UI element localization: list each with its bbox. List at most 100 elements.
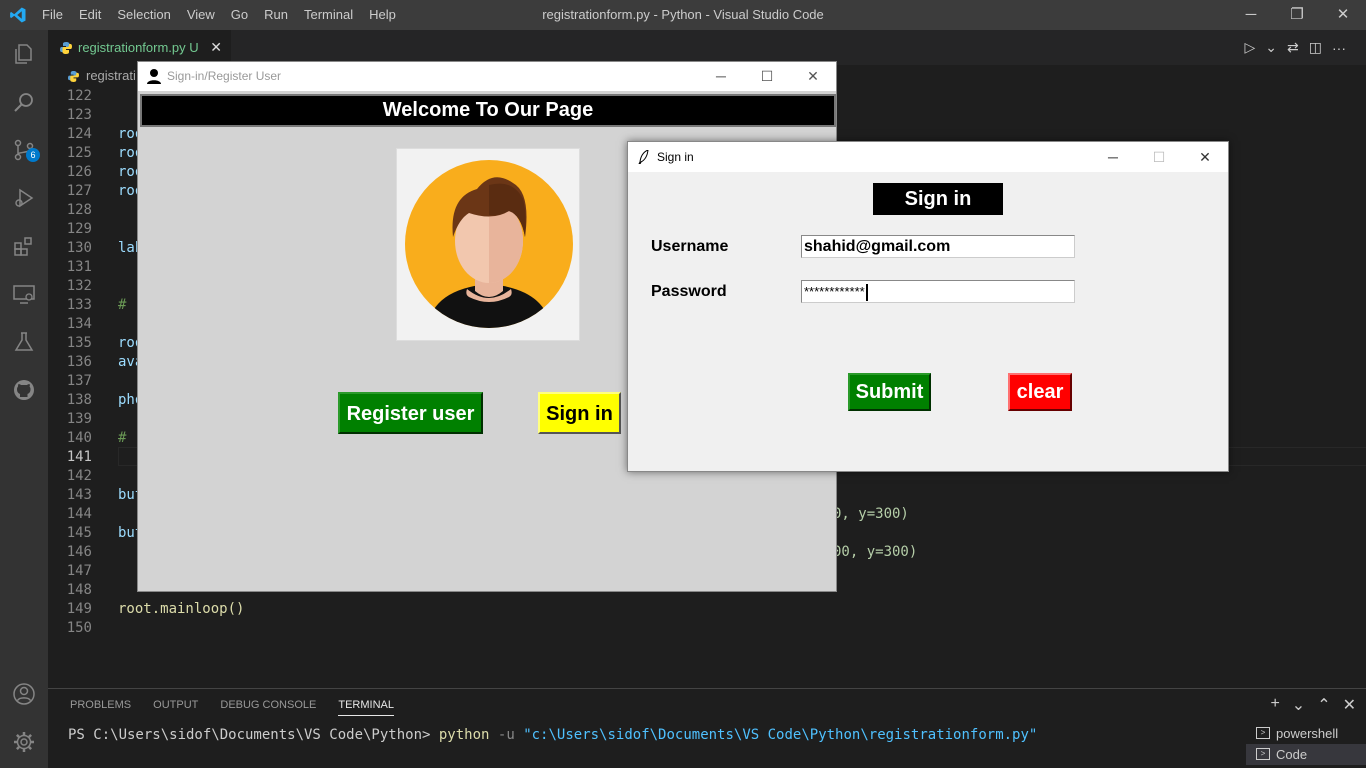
avatar-illustration — [405, 160, 573, 328]
minimize-button[interactable]: ─ — [1228, 0, 1274, 30]
menu-file[interactable]: File — [34, 0, 71, 30]
code-fragment-line146: 00, y=300) — [833, 543, 917, 562]
testing-icon[interactable] — [0, 318, 48, 366]
signin-maximize-button: ☐ — [1152, 149, 1166, 165]
python-file-icon — [60, 42, 72, 54]
line-number: 150 — [66, 620, 92, 636]
register-maximize-button[interactable]: ☐ — [744, 62, 790, 91]
avatar-image — [396, 148, 580, 341]
run-debug-icon[interactable] — [0, 174, 48, 222]
terminal-item-label: Code — [1276, 747, 1308, 762]
line-number: 127 — [66, 183, 92, 199]
source-control-icon[interactable]: 6 — [0, 126, 48, 174]
signin-close-button[interactable]: ✕ — [1182, 142, 1228, 172]
code-fragment-line144: 0, y=300) — [833, 505, 909, 524]
line-number: 134 — [66, 316, 92, 332]
tk-feather-icon — [638, 150, 649, 164]
terminal-command: python — [438, 727, 490, 743]
tab-label: registrationform.py — [78, 40, 186, 55]
line-number: 145 — [66, 525, 92, 541]
line-number: 129 — [66, 221, 92, 237]
username-label: Username — [651, 238, 729, 255]
welcome-heading: Welcome To Our Page — [140, 94, 836, 127]
text-cursor — [865, 284, 868, 302]
terminal-item-label: powershell — [1276, 726, 1339, 741]
password-field[interactable]: ************ — [801, 280, 1075, 303]
vscode-logo-icon — [10, 7, 26, 23]
menu-selection[interactable]: Selection — [109, 0, 178, 30]
signin-window-controls: ─ ☐ ✕ — [1090, 142, 1228, 172]
account-icon[interactable] — [0, 670, 48, 718]
run-python-icon[interactable]: ▷ — [1245, 39, 1256, 56]
terminal-output[interactable]: PS C:\Users\sidof\Documents\VS Code\Pyth… — [68, 727, 1037, 743]
close-button[interactable]: ✕ — [1320, 0, 1366, 30]
maximize-panel-icon[interactable]: ⌃ — [1317, 695, 1330, 715]
line-number: 125 — [66, 145, 92, 161]
line-number: 130 — [66, 240, 92, 256]
line-number: 143 — [66, 487, 92, 503]
signin-window: Sign in ─ ☐ ✕ Sign in Username shahid@gm… — [627, 141, 1229, 472]
tab-registrationform[interactable]: registrationform.py U ✕ — [48, 30, 231, 65]
signin-button[interactable]: Sign in — [538, 392, 621, 434]
extensions-icon[interactable] — [0, 222, 48, 270]
line-number: 138 — [66, 392, 92, 408]
line-number: 128 — [66, 202, 92, 218]
terminal-dropdown-icon[interactable]: ⌄ — [1292, 695, 1305, 715]
open-changes-icon[interactable]: ⇄ — [1287, 39, 1299, 56]
username-field[interactable]: shahid@gmail.com — [801, 235, 1075, 258]
tab-problems[interactable]: PROBLEMS — [70, 699, 131, 716]
tab-debug-console[interactable]: DEBUG CONSOLE — [220, 699, 316, 716]
line-number: 124 — [66, 126, 92, 142]
tab-output[interactable]: OUTPUT — [153, 699, 198, 716]
settings-gear-icon[interactable] — [0, 718, 48, 766]
username-value: shahid@gmail.com — [804, 238, 951, 255]
terminal-item-powershell[interactable]: > powershell — [1246, 723, 1366, 744]
line-number: 126 — [66, 164, 92, 180]
menu-edit[interactable]: Edit — [71, 0, 109, 30]
register-close-button[interactable]: ✕ — [790, 62, 836, 91]
signin-window-titlebar: Sign in ─ ☐ ✕ — [628, 142, 1228, 172]
code-line: root.mainloop() — [118, 601, 245, 617]
line-number: 123 — [66, 107, 92, 123]
menu-help[interactable]: Help — [361, 0, 404, 30]
register-minimize-button[interactable]: ─ — [698, 62, 744, 91]
terminal-icon: > — [1256, 727, 1270, 739]
terminal-arg: "c:\Users\sidof\Documents\VS Code\Python… — [523, 727, 1038, 743]
more-actions-icon[interactable]: ··· — [1332, 40, 1346, 56]
menu-go[interactable]: Go — [223, 0, 256, 30]
signin-minimize-button[interactable]: ─ — [1090, 142, 1136, 172]
clear-button[interactable]: clear — [1008, 373, 1072, 411]
panel-tabs: PROBLEMS OUTPUT DEBUG CONSOLE TERMINAL — [70, 699, 394, 716]
register-window-title: Sign-in/Register User — [167, 69, 282, 83]
menu-run[interactable]: Run — [256, 0, 296, 30]
tab-terminal[interactable]: TERMINAL — [338, 699, 394, 716]
signin-window-title: Sign in — [657, 150, 694, 164]
vscode-titlebar: File Edit Selection View Go Run Terminal… — [0, 0, 1366, 30]
python-file-icon — [68, 71, 79, 82]
register-user-button[interactable]: Register user — [338, 392, 483, 434]
terminal-prompt: PS C:\Users\sidof\Documents\VS Code\Pyth… — [68, 727, 431, 743]
close-panel-icon[interactable]: ✕ — [1343, 695, 1356, 715]
submit-button[interactable]: Submit — [848, 373, 931, 411]
explorer-icon[interactable] — [0, 30, 48, 78]
run-menu-chevron-icon[interactable]: ⌄ — [1265, 39, 1277, 56]
split-editor-icon[interactable]: ◫ — [1309, 39, 1322, 56]
tab-close-icon[interactable]: ✕ — [210, 30, 222, 65]
line-number: 135 — [66, 335, 92, 351]
restore-button[interactable]: ❐ — [1274, 0, 1320, 30]
terminal-item-code[interactable]: > Code — [1246, 744, 1366, 765]
window-controls: ─ ❐ ✕ — [1228, 0, 1366, 30]
line-number: 133 — [66, 297, 92, 313]
github-icon[interactable] — [0, 366, 48, 414]
line-number: 147 — [66, 563, 92, 579]
editor-actions: ▷ ⌄ ⇄ ◫ ··· — [1245, 30, 1366, 65]
search-icon[interactable] — [0, 78, 48, 126]
line-number: 132 — [66, 278, 92, 294]
menu-view[interactable]: View — [179, 0, 223, 30]
new-terminal-icon[interactable]: + — [1270, 695, 1279, 715]
panel-actions: + ⌄ ⌃ ✕ — [1270, 695, 1356, 715]
code-fragment-text: 0, y=300) — [833, 506, 909, 522]
menu-terminal[interactable]: Terminal — [296, 0, 361, 30]
remote-explorer-icon[interactable] — [0, 270, 48, 318]
line-number: 144 — [66, 506, 92, 522]
